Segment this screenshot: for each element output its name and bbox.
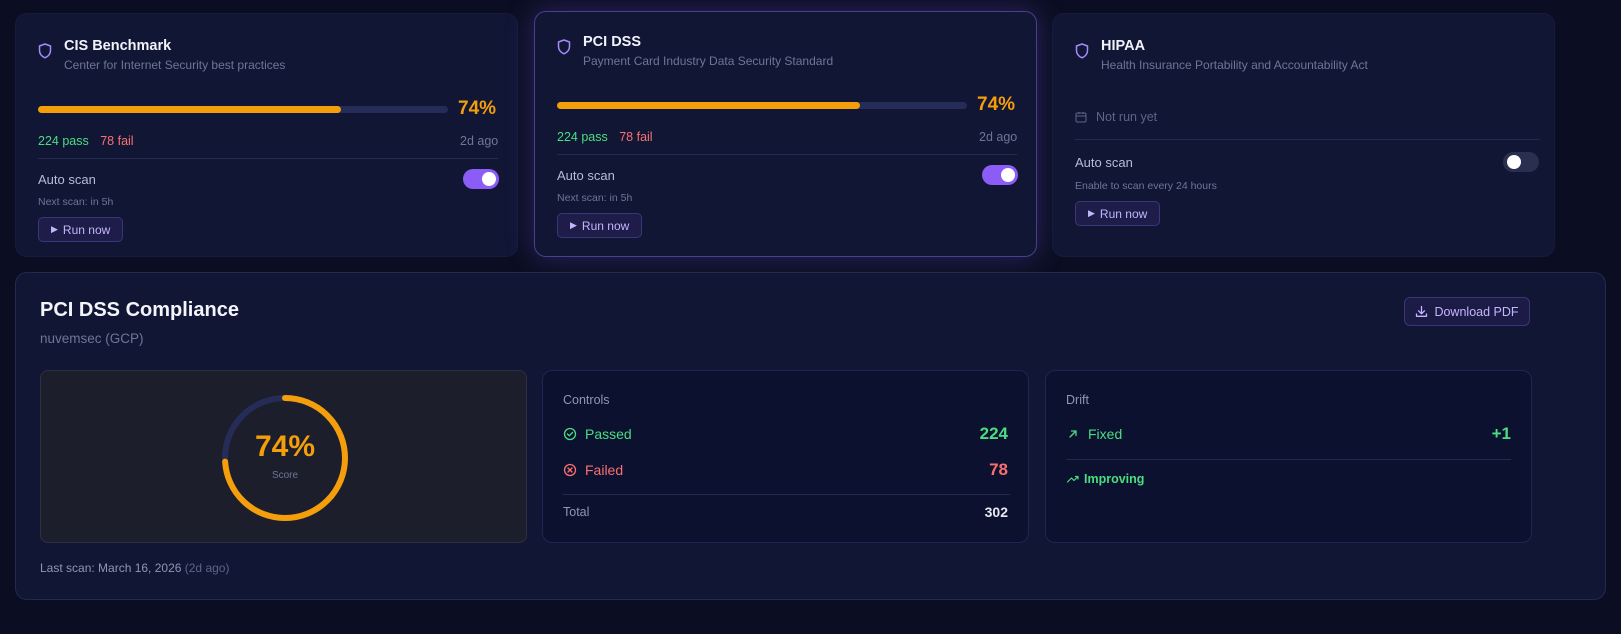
shield-icon bbox=[1075, 43, 1091, 59]
run-now-label: Run now bbox=[62, 222, 111, 237]
trend-row: Improving bbox=[1066, 472, 1144, 486]
score-gauge: 74% Score bbox=[220, 393, 350, 523]
framework-card-cis[interactable]: CIS Benchmark Center for Internet Securi… bbox=[15, 13, 518, 257]
pass-count: 224 pass bbox=[557, 130, 608, 144]
compliance-detail-panel: PCI DSS Compliance nuvemsec (GCP) Downlo… bbox=[15, 272, 1606, 600]
x-circle-icon bbox=[563, 463, 577, 477]
fixed-label: Fixed bbox=[1088, 426, 1123, 442]
run-now-button[interactable]: ▶ Run now bbox=[557, 213, 643, 238]
divider bbox=[557, 154, 1017, 155]
divider bbox=[1075, 139, 1540, 140]
total-row: Total bbox=[563, 505, 589, 519]
score-progress-fill bbox=[38, 106, 342, 113]
controls-panel: Controls Passed 224 Failed 78 Total 302 bbox=[542, 370, 1029, 543]
calendar-icon bbox=[1075, 111, 1087, 123]
pass-fail-stats: 224 pass 78 fail bbox=[38, 134, 134, 148]
divider bbox=[1066, 459, 1511, 460]
drift-title: Drift bbox=[1066, 393, 1089, 407]
score-progress-bar bbox=[557, 102, 967, 109]
last-run-ago: 2d ago bbox=[460, 134, 499, 148]
controls-title: Controls bbox=[563, 393, 610, 407]
score-progress-fill bbox=[557, 102, 861, 109]
total-label: Total bbox=[563, 505, 590, 519]
auto-scan-label: Auto scan bbox=[557, 168, 615, 183]
not-run-status: Not run yet bbox=[1075, 110, 1157, 124]
total-value: 302 bbox=[984, 504, 1008, 520]
passed-value: 224 bbox=[979, 424, 1008, 443]
compliance-dashboard: CIS Benchmark Center for Internet Securi… bbox=[0, 0, 1621, 634]
card-title: PCI DSS bbox=[583, 34, 642, 50]
pass-count: 224 pass bbox=[38, 134, 89, 148]
fixed-row: Fixed bbox=[1066, 426, 1122, 442]
trending-up-icon bbox=[1066, 472, 1080, 486]
play-icon: ▶ bbox=[570, 220, 577, 230]
last-scan-relative: (2d ago) bbox=[184, 561, 230, 575]
detail-title: PCI DSS Compliance bbox=[40, 299, 239, 321]
detail-subtitle: nuvemsec (GCP) bbox=[40, 331, 144, 346]
auto-scan-label: Auto scan bbox=[38, 172, 96, 187]
next-scan-text: Next scan: in 5h bbox=[557, 192, 633, 204]
divider bbox=[563, 494, 1010, 495]
card-subtitle: Payment Card Industry Data Security Stan… bbox=[583, 54, 834, 68]
failed-value: 78 bbox=[989, 460, 1008, 479]
drift-panel: Drift Fixed +1 Improving bbox=[1045, 370, 1532, 543]
card-title: CIS Benchmark bbox=[64, 38, 172, 54]
auto-scan-toggle[interactable] bbox=[463, 169, 499, 189]
auto-scan-toggle[interactable] bbox=[982, 165, 1018, 185]
pass-fail-stats: 224 pass 78 fail bbox=[557, 130, 653, 144]
score-progress-bar bbox=[38, 106, 448, 113]
framework-card-pci[interactable]: PCI DSS Payment Card Industry Data Secur… bbox=[534, 11, 1037, 257]
shield-icon bbox=[557, 39, 573, 55]
run-now-button[interactable]: ▶ Run now bbox=[1075, 201, 1161, 226]
trend-label: Improving bbox=[1084, 472, 1145, 486]
score-percent: 74% bbox=[458, 98, 497, 119]
play-icon: ▶ bbox=[1088, 208, 1095, 218]
score-percent: 74% bbox=[977, 94, 1016, 115]
failed-row: Failed bbox=[563, 462, 623, 478]
divider bbox=[38, 158, 498, 159]
run-now-label: Run now bbox=[581, 218, 630, 233]
arrow-up-right-icon bbox=[1066, 427, 1080, 441]
run-now-label: Run now bbox=[1099, 206, 1148, 221]
not-run-text: Not run yet bbox=[1096, 110, 1158, 124]
fixed-value: +1 bbox=[1491, 424, 1511, 443]
play-icon: ▶ bbox=[51, 224, 58, 234]
download-icon bbox=[1415, 305, 1428, 318]
toggle-knob bbox=[1507, 155, 1521, 169]
toggle-knob bbox=[482, 172, 496, 186]
passed-label: Passed bbox=[585, 426, 632, 442]
card-header: CIS Benchmark Center for Internet Securi… bbox=[38, 37, 285, 72]
card-title: HIPAA bbox=[1101, 38, 1146, 54]
check-circle-icon bbox=[563, 427, 577, 441]
gauge-percent: 74% bbox=[254, 430, 316, 463]
card-subtitle: Health Insurance Portability and Account… bbox=[1101, 58, 1368, 72]
auto-scan-label: Auto scan bbox=[1075, 155, 1133, 170]
fail-count: 78 fail bbox=[619, 130, 653, 144]
card-header: HIPAA Health Insurance Portability and A… bbox=[1075, 37, 1368, 72]
shield-icon bbox=[38, 43, 54, 59]
run-now-button[interactable]: ▶ Run now bbox=[38, 217, 124, 242]
last-run-ago: 2d ago bbox=[979, 130, 1018, 144]
failed-label: Failed bbox=[585, 462, 624, 478]
card-subtitle: Center for Internet Security best practi… bbox=[64, 58, 286, 72]
next-scan-text: Enable to scan every 24 hours bbox=[1075, 180, 1217, 192]
fail-count: 78 fail bbox=[100, 134, 134, 148]
next-scan-text: Next scan: in 5h bbox=[38, 196, 114, 208]
score-gauge-card: 74% Score bbox=[40, 370, 527, 543]
gauge-label: Score bbox=[271, 470, 299, 481]
passed-row: Passed bbox=[563, 426, 632, 442]
last-scan-date: Last scan: March 16, 2026 bbox=[40, 561, 182, 575]
download-pdf-label: Download PDF bbox=[1434, 304, 1519, 319]
framework-card-hipaa[interactable]: HIPAA Health Insurance Portability and A… bbox=[1052, 13, 1555, 257]
download-pdf-button[interactable]: Download PDF bbox=[1404, 297, 1530, 326]
card-header: PCI DSS Payment Card Industry Data Secur… bbox=[557, 33, 833, 68]
toggle-knob bbox=[1001, 168, 1015, 182]
last-scan-info: Last scan: March 16, 2026 (2d ago) bbox=[40, 561, 229, 575]
auto-scan-toggle[interactable] bbox=[1503, 152, 1539, 172]
